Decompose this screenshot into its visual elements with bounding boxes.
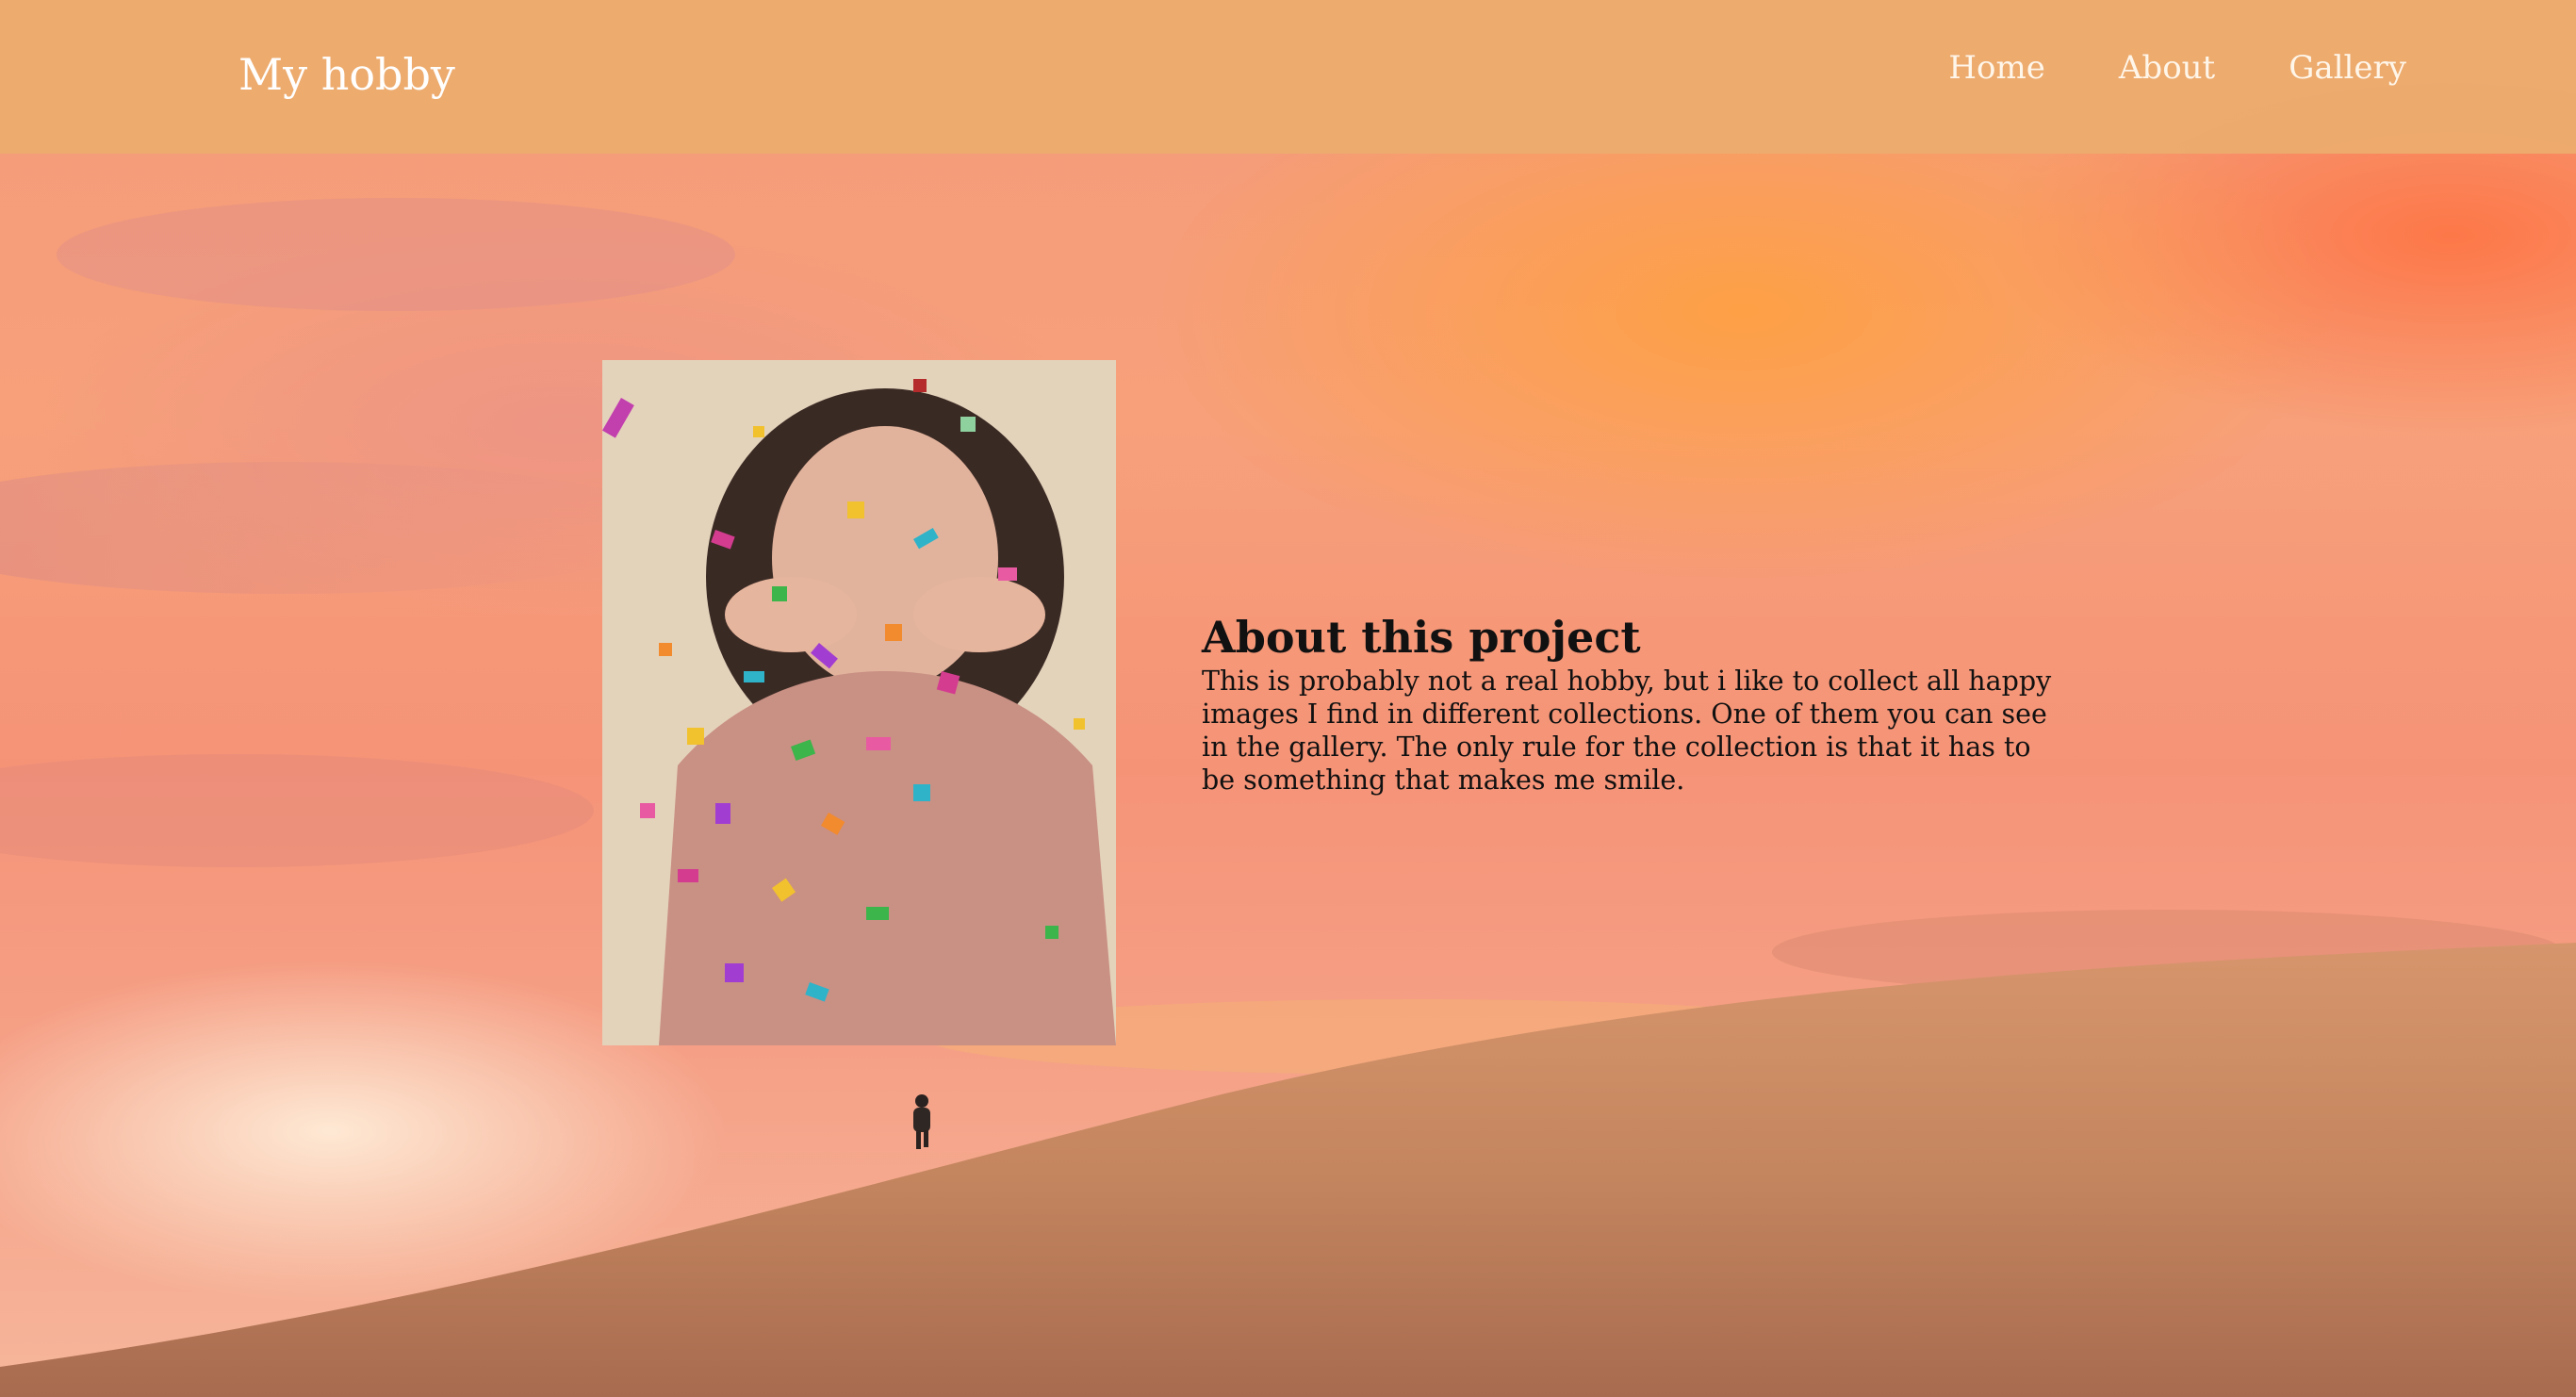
- top-navbar: My hobby Home About Gallery: [0, 0, 2576, 154]
- nav-link-about[interactable]: About: [2119, 49, 2215, 87]
- about-title: About this project: [1202, 612, 1641, 663]
- confetti-photo: [602, 360, 1116, 1045]
- brand-logo[interactable]: My hobby: [238, 49, 455, 100]
- page: My hobby Home About Gallery About this p…: [0, 0, 2576, 1397]
- about-description: This is probably not a real hobby, but i…: [1202, 665, 2052, 796]
- nav-link-home[interactable]: Home: [1948, 49, 2044, 87]
- nav-menu: Home About Gallery: [1948, 49, 2406, 87]
- person-figure: [913, 1094, 930, 1149]
- nav-link-gallery[interactable]: Gallery: [2289, 49, 2406, 87]
- about-section: About this project This is probably not …: [1202, 613, 2069, 797]
